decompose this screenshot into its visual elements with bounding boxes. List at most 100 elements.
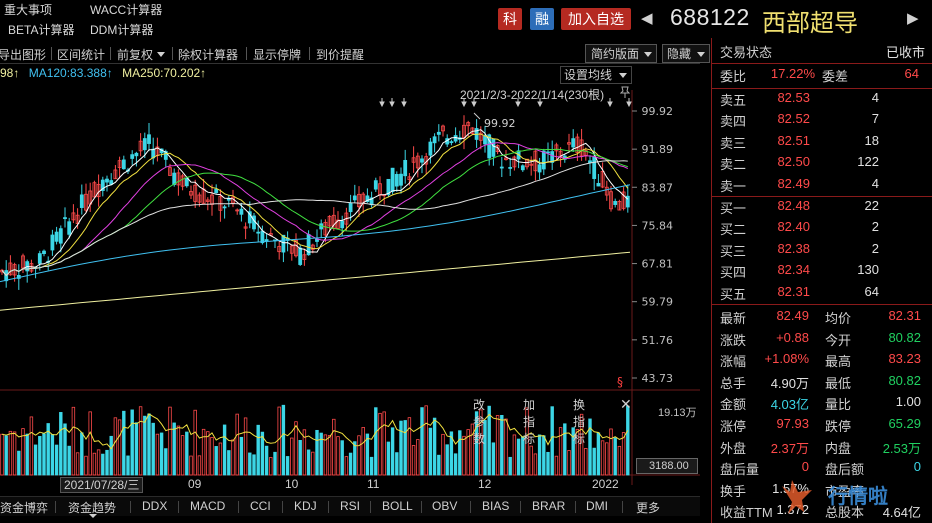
book-row[interactable]: 卖四 82.52 7 (712, 111, 932, 131)
volume-bar (159, 432, 164, 476)
volume-bar (332, 418, 336, 476)
stock-name: 西部超导 (762, 10, 858, 37)
edit-params-button[interactable]: 改参数 (473, 396, 485, 447)
volume-bar (80, 432, 84, 476)
volume-bar (172, 422, 176, 476)
tab-brar[interactable]: BRAR (532, 499, 565, 513)
book-row[interactable]: 买四 82.34 130 (712, 262, 932, 282)
volume-bar (411, 445, 416, 476)
book-row[interactable]: 买二 82.40 2 (712, 219, 932, 239)
ma250-line (0, 251, 631, 311)
tab-bias[interactable]: BIAS (482, 499, 509, 513)
book-row[interactable]: 卖一 82.49 4 (712, 176, 932, 196)
book-row[interactable]: 买五 82.31 64 (712, 284, 932, 304)
volume-bar (369, 456, 374, 476)
volume-bar (516, 438, 521, 476)
tab-cci[interactable]: CCI (250, 499, 271, 513)
volume-bar (533, 453, 538, 476)
indicator-tabs: 资金博弈 资金趋势 DDX MACD CCI KDJ RSI BOLL OBV … (0, 496, 700, 518)
stock-code: 688122 (670, 4, 750, 30)
volume-bar (453, 453, 458, 476)
candle-body (403, 159, 408, 177)
book-row[interactable]: 卖二 82.50 122 (712, 154, 932, 174)
volume-bar (306, 449, 311, 476)
margin-trading-badge[interactable]: 融 (530, 8, 554, 30)
ma120-line (0, 184, 631, 283)
candle-body (134, 152, 139, 157)
prev-stock-icon[interactable]: ◀ (641, 9, 653, 27)
candle-body (491, 138, 496, 157)
ex-rights-calculator-button[interactable]: 除权计算器 (178, 46, 238, 63)
volume-bar (298, 440, 302, 476)
forward-adjust-button[interactable]: 前复权 (117, 46, 153, 63)
stat-value: +1.08% (764, 351, 809, 367)
stat-row: 外盘 2.37万 内盘 2.53万 (712, 438, 932, 458)
beta-calculator-link[interactable]: BETA计算器 (8, 21, 74, 38)
volume-bar (29, 416, 34, 476)
volume-bar (143, 415, 147, 476)
price-alert-button[interactable]: 到价提醒 (316, 46, 364, 63)
panel-divider (712, 63, 932, 64)
candle-body (499, 166, 504, 169)
book-row-price: 82.51 (777, 132, 810, 148)
tab-ddx[interactable]: DDX (142, 499, 167, 513)
volume-bar (323, 434, 328, 476)
candle-body (121, 159, 126, 170)
book-row-volume: 4 (871, 90, 879, 105)
volume-bar (17, 450, 21, 476)
book-row-volume: 22 (864, 198, 879, 213)
candle-body (348, 202, 353, 213)
stat-label: 涨停 (720, 419, 747, 434)
volume-bar (617, 445, 622, 476)
range-stats-button[interactable]: 区间统计 (57, 46, 105, 63)
stat-label: 内盘 (825, 440, 852, 456)
kline-chart[interactable]: 99.92 91.89 83.87 75.84 67.81 59.79 51.76 43.73… (0, 90, 700, 496)
add-indicator-button[interactable]: 加指标 (523, 396, 535, 447)
stat-value: 2.37万 (770, 440, 809, 456)
book-row[interactable]: 卖五 82.53 4 (712, 90, 932, 110)
add-to-watchlist-button[interactable]: 加入自选 (561, 8, 631, 30)
candle-body (37, 253, 42, 264)
dividend-marker-icon: § (617, 375, 623, 389)
tab-fund-game[interactable]: 资金博弈 (0, 499, 48, 516)
set-ma-select[interactable]: 设置均线 (560, 66, 632, 84)
volume-bar (432, 417, 437, 476)
tab-kdj[interactable]: KDJ (294, 499, 317, 513)
book-row[interactable]: 买一 82.48 22 (712, 198, 932, 218)
tab-dmi[interactable]: DMI (586, 499, 608, 513)
major-events-link[interactable]: 重大事项 (4, 1, 52, 18)
candle-body (67, 221, 72, 235)
volume-bar (399, 420, 403, 476)
tab-obv[interactable]: OBV (432, 499, 457, 513)
volume-bar (504, 418, 508, 476)
tab-rsi[interactable]: RSI (340, 499, 360, 513)
tab-boll[interactable]: BOLL (382, 499, 413, 513)
volume-bar (122, 410, 126, 476)
weicha-value: 64 (904, 66, 919, 81)
book-row-price: 82.38 (777, 240, 810, 256)
book-row-label: 卖二 (720, 157, 747, 173)
ddm-calculator-link[interactable]: DDM计算器 (90, 21, 153, 38)
stat-value: +0.88 (776, 329, 809, 345)
volume-bar (109, 435, 113, 476)
change-indicator-button[interactable]: 换指标 (573, 396, 585, 447)
volume-bar (231, 439, 235, 476)
next-stock-icon[interactable]: ▶ (907, 9, 919, 27)
volume-bar (420, 407, 424, 476)
chevron-down-icon[interactable] (157, 52, 165, 57)
volume-bar (206, 431, 210, 476)
export-chart-button[interactable]: 导出图形 (0, 46, 46, 63)
hide-select[interactable]: 隐藏 (662, 44, 710, 63)
stat-label: 跌停 (825, 419, 852, 434)
book-row[interactable]: 卖三 82.51 18 (712, 133, 932, 153)
layout-select[interactable]: 简约版面 (585, 44, 657, 63)
wacc-calculator-link[interactable]: WACC计算器 (90, 1, 162, 18)
show-suspension-button[interactable]: 显示停牌 (253, 46, 301, 63)
book-row[interactable]: 买三 82.38 2 (712, 241, 932, 261)
candle-body (432, 136, 437, 144)
tab-more[interactable]: 更多 (636, 499, 660, 516)
tab-divider (282, 501, 283, 513)
close-icon[interactable]: ✕ (620, 396, 632, 413)
star-market-badge[interactable]: 科 (498, 8, 522, 30)
tab-macd[interactable]: MACD (190, 499, 225, 513)
